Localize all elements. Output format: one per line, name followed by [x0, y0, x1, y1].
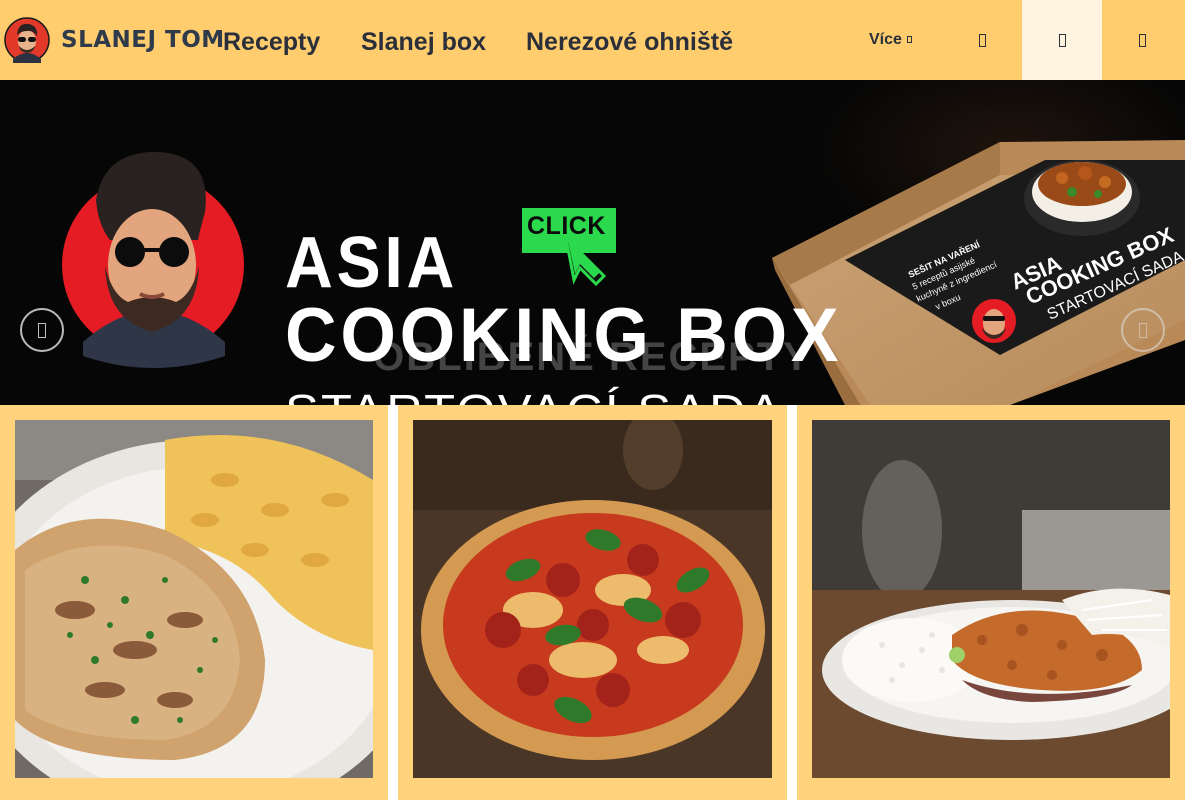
search-icon: [978, 33, 986, 47]
click-badge-label[interactable]: CLICK: [527, 214, 606, 239]
section-title-favourite-recipes: OBLÍBENÉ RECEPTY: [373, 335, 812, 379]
recipe-card[interactable]: [0, 405, 388, 800]
more-menu-label: Více: [869, 31, 902, 48]
site-header: SLANEJ TOM Recepty Slanej box Nerezové o…: [0, 0, 1185, 80]
recipe-photo-pizza[interactable]: [413, 420, 772, 778]
account-button[interactable]: [1022, 0, 1102, 80]
more-menu[interactable]: Více: [869, 31, 912, 49]
cart-button[interactable]: [1102, 0, 1182, 80]
recipe-photo-stroganoff[interactable]: [15, 420, 373, 778]
logo-avatar-icon[interactable]: [4, 17, 52, 63]
brand-name[interactable]: SLANEJ TOM: [61, 26, 225, 54]
chevron-left-icon: [38, 322, 46, 338]
nav-recepty[interactable]: Recepty: [223, 27, 320, 57]
recipe-card[interactable]: [398, 405, 787, 800]
nav-nerezove-ohniste[interactable]: Nerezové ohniště: [526, 27, 733, 57]
user-icon: [1058, 33, 1066, 47]
cart-icon: [1138, 33, 1146, 47]
recipe-photo-schnitzel[interactable]: [812, 420, 1170, 778]
banner-title-line1: ASIA: [285, 223, 458, 303]
recipe-card[interactable]: [797, 405, 1185, 800]
chevron-down-icon: [906, 36, 912, 43]
chevron-right-icon: [1139, 322, 1147, 338]
banner-title-line3: STARTOVACÍ SADA: [285, 388, 784, 405]
search-button[interactable]: [942, 0, 1022, 80]
nav-slanej-box[interactable]: Slanej box: [361, 27, 486, 57]
